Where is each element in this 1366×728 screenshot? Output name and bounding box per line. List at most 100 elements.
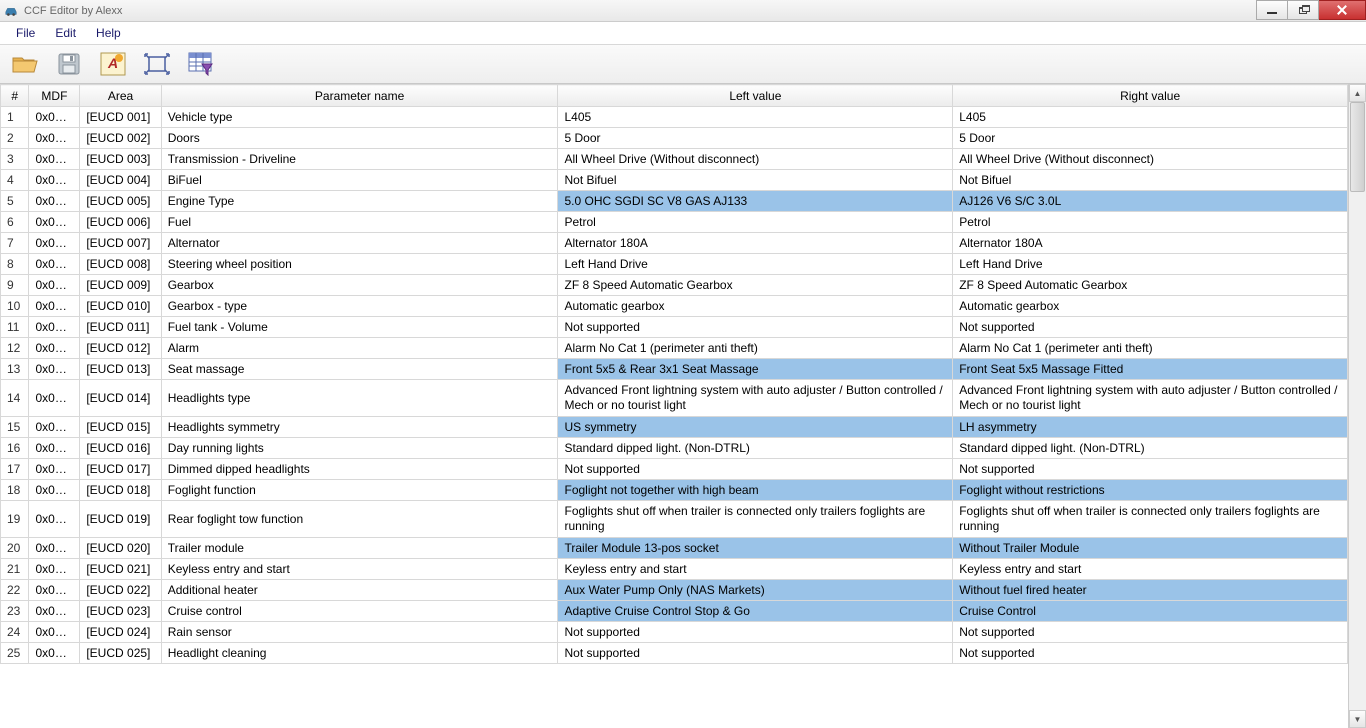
cell-right: Not supported: [953, 643, 1348, 664]
window-title: CCF Editor by Alexx: [24, 5, 122, 17]
cell-area: [EUCD 005]: [80, 191, 161, 212]
cell-area: [EUCD 011]: [80, 317, 161, 338]
cell-num: 5: [1, 191, 29, 212]
table-row[interactable]: 220x0427[EUCD 022]Additional heaterAux W…: [1, 580, 1348, 601]
cell-area: [EUCD 003]: [80, 149, 161, 170]
cell-right: Foglight without restrictions: [953, 480, 1348, 501]
table-row[interactable]: 210x0387[EUCD 021]Keyless entry and star…: [1, 559, 1348, 580]
cell-mdf: 0x0337: [29, 438, 80, 459]
cell-area: [EUCD 009]: [80, 275, 161, 296]
open-folder-button[interactable]: [10, 49, 40, 79]
table-row[interactable]: 10x0127[EUCD 001]Vehicle typeL405L405: [1, 107, 1348, 128]
filter-grid-button[interactable]: [186, 49, 216, 79]
col-header-right[interactable]: Right value: [953, 85, 1348, 107]
cell-mdf: 0x0267: [29, 338, 80, 359]
table-row[interactable]: 100x0247[EUCD 010]Gearbox - typeAutomati…: [1, 296, 1348, 317]
menu-edit[interactable]: Edit: [45, 23, 86, 43]
cell-param: Rain sensor: [161, 622, 558, 643]
cell-param: Gearbox: [161, 275, 558, 296]
cell-mdf: 0x0187: [29, 233, 80, 254]
cell-param: Steering wheel position: [161, 254, 558, 275]
table-row[interactable]: 70x0187[EUCD 007]AlternatorAlternator 18…: [1, 233, 1348, 254]
cell-param: Engine Type: [161, 191, 558, 212]
close-button[interactable]: [1318, 0, 1366, 20]
minimize-button[interactable]: [1256, 0, 1288, 20]
table-row[interactable]: 150x0327[EUCD 015]Headlights symmetryUS …: [1, 417, 1348, 438]
table-row[interactable]: 200x0377[EUCD 020]Trailer moduleTrailer …: [1, 538, 1348, 559]
cell-left: Left Hand Drive: [558, 254, 953, 275]
table-row[interactable]: 140x0287[EUCD 014]Headlights typeAdvance…: [1, 380, 1348, 417]
table-row[interactable]: 110x0257[EUCD 011]Fuel tank - VolumeNot …: [1, 317, 1348, 338]
cell-area: [EUCD 012]: [80, 338, 161, 359]
table-row[interactable]: 90x0237[EUCD 009]GearboxZF 8 Speed Autom…: [1, 275, 1348, 296]
table-row[interactable]: 120x0267[EUCD 012]AlarmAlarm No Cat 1 (p…: [1, 338, 1348, 359]
parameters-table[interactable]: # MDF Area Parameter name Left value Rig…: [0, 84, 1348, 664]
col-header-area[interactable]: Area: [80, 85, 161, 107]
cell-param: Alternator: [161, 233, 558, 254]
cell-num: 17: [1, 459, 29, 480]
cell-num: 23: [1, 601, 29, 622]
cell-num: 24: [1, 622, 29, 643]
cell-right: Alarm No Cat 1 (perimeter anti theft): [953, 338, 1348, 359]
cell-num: 12: [1, 338, 29, 359]
cell-num: 22: [1, 580, 29, 601]
cell-param: Keyless entry and start: [161, 559, 558, 580]
table-row[interactable]: 240x0447[EUCD 024]Rain sensorNot support…: [1, 622, 1348, 643]
expand-view-button[interactable]: [142, 49, 172, 79]
cell-mdf: 0x0237: [29, 275, 80, 296]
cell-mdf: 0x0287: [29, 380, 80, 417]
cell-right: All Wheel Drive (Without disconnect): [953, 149, 1348, 170]
col-header-num[interactable]: #: [1, 85, 29, 107]
cell-left: Alternator 180A: [558, 233, 953, 254]
table-row[interactable]: 250x0457[EUCD 025]Headlight cleaningNot …: [1, 643, 1348, 664]
maximize-button[interactable]: [1287, 0, 1319, 20]
cell-num: 16: [1, 438, 29, 459]
cell-param: Additional heater: [161, 580, 558, 601]
cell-param: Alarm: [161, 338, 558, 359]
table-row[interactable]: 130x0277[EUCD 013]Seat massageFront 5x5 …: [1, 359, 1348, 380]
cell-param: Gearbox - type: [161, 296, 558, 317]
table-row[interactable]: 180x0357[EUCD 018]Foglight functionFogli…: [1, 480, 1348, 501]
table-row[interactable]: 160x0337[EUCD 016]Day running lightsStan…: [1, 438, 1348, 459]
table-row[interactable]: 50x0167[EUCD 005]Engine Type5.0 OHC SGDI…: [1, 191, 1348, 212]
window-controls: [1257, 0, 1366, 20]
cell-mdf: 0x0247: [29, 296, 80, 317]
cell-area: [EUCD 015]: [80, 417, 161, 438]
table-row[interactable]: 80x0227[EUCD 008]Steering wheel position…: [1, 254, 1348, 275]
menu-help[interactable]: Help: [86, 23, 131, 43]
scroll-thumb[interactable]: [1350, 102, 1365, 192]
cell-param: Seat massage: [161, 359, 558, 380]
scroll-down-arrow[interactable]: ▼: [1349, 710, 1366, 728]
cell-left: Advanced Front lightning system with aut…: [558, 380, 953, 417]
cell-mdf: 0x0427: [29, 580, 80, 601]
table-row[interactable]: 60x0177[EUCD 006]FuelPetrolPetrol: [1, 212, 1348, 233]
cell-param: Headlights symmetry: [161, 417, 558, 438]
table-row[interactable]: 20x0137[EUCD 002]Doors5 Door5 Door: [1, 128, 1348, 149]
table-row[interactable]: 40x0157[EUCD 004]BiFuelNot BifuelNot Bif…: [1, 170, 1348, 191]
cell-mdf: 0x0457: [29, 643, 80, 664]
col-header-mdf[interactable]: MDF: [29, 85, 80, 107]
save-button[interactable]: [54, 49, 84, 79]
menu-file[interactable]: File: [6, 23, 45, 43]
cell-param: Cruise control: [161, 601, 558, 622]
cell-area: [EUCD 001]: [80, 107, 161, 128]
col-header-left[interactable]: Left value: [558, 85, 953, 107]
cell-num: 4: [1, 170, 29, 191]
cell-left: Alarm No Cat 1 (perimeter anti theft): [558, 338, 953, 359]
cell-left: Petrol: [558, 212, 953, 233]
cell-area: [EUCD 010]: [80, 296, 161, 317]
config-a-button[interactable]: A: [98, 49, 128, 79]
cell-left: Standard dipped light. (Non-DTRL): [558, 438, 953, 459]
col-header-param[interactable]: Parameter name: [161, 85, 558, 107]
vertical-scrollbar[interactable]: ▲ ▼: [1348, 84, 1366, 728]
table-row[interactable]: 230x0437[EUCD 023]Cruise controlAdaptive…: [1, 601, 1348, 622]
app-icon: [4, 4, 18, 18]
cell-right: 5 Door: [953, 128, 1348, 149]
table-row[interactable]: 190x0367[EUCD 019]Rear foglight tow func…: [1, 501, 1348, 538]
cell-num: 19: [1, 501, 29, 538]
scroll-up-arrow[interactable]: ▲: [1349, 84, 1366, 102]
table-row[interactable]: 170x0347[EUCD 017]Dimmed dipped headligh…: [1, 459, 1348, 480]
cell-area: [EUCD 002]: [80, 128, 161, 149]
table-row[interactable]: 30x0147[EUCD 003]Transmission - Drivelin…: [1, 149, 1348, 170]
cell-left: All Wheel Drive (Without disconnect): [558, 149, 953, 170]
